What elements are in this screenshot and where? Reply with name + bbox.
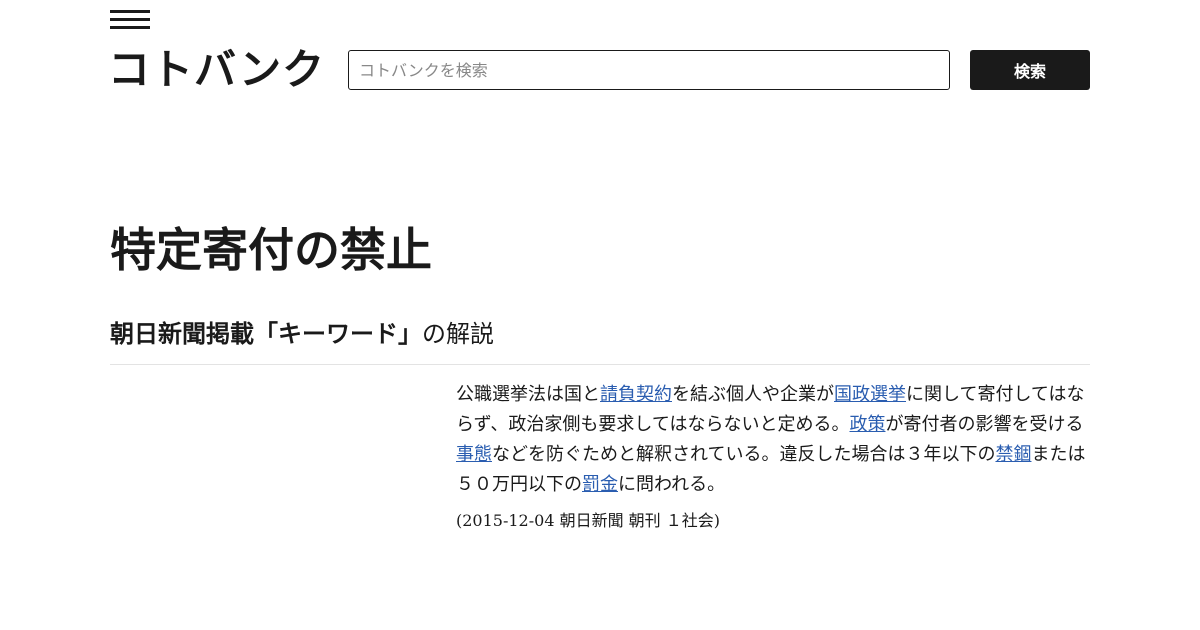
article-keyword-link[interactable]: 国政選挙: [834, 384, 906, 405]
menu-bar-top: [110, 10, 150, 13]
menu-bar-bottom: [110, 26, 150, 29]
article-text-segment: などを防ぐためと解釈されている。違反した場合は３年以下の: [492, 444, 996, 465]
search-button[interactable]: 検索: [970, 50, 1090, 90]
section-suffix-label: の解説: [422, 320, 494, 348]
article-text-segment: に問われる。: [618, 474, 726, 495]
article-keyword-link[interactable]: 政策: [849, 414, 885, 435]
section-divider: [110, 364, 1090, 365]
article-text-segment: を結ぶ個人や企業が: [672, 384, 834, 405]
search-input[interactable]: [348, 50, 950, 90]
page-title: 特定寄付の禁止: [110, 223, 432, 277]
article-text-segment: 公職選挙法は国と: [456, 384, 600, 405]
article-text-segment: が寄付者の影響を受ける: [885, 414, 1084, 435]
site-logo[interactable]: コトバンク: [108, 44, 325, 96]
article-keyword-link[interactable]: 請負契約: [600, 384, 672, 405]
hamburger-menu-icon[interactable]: [110, 10, 150, 30]
article-keyword-link[interactable]: 禁錮: [995, 444, 1031, 465]
article-body: 公職選挙法は国と請負契約を結ぶ個人や企業が国政選挙に関して寄付してはならず、政治…: [456, 380, 1092, 500]
menu-bar-middle: [110, 18, 150, 21]
article-source: (2015-12-04 朝日新聞 朝刊 １社会): [456, 511, 720, 530]
section-source-label: 朝日新聞掲載「キーワード」: [110, 320, 422, 348]
section-heading: 朝日新聞掲載「キーワード」の解説: [110, 316, 494, 352]
article-keyword-link[interactable]: 事態: [456, 444, 492, 465]
article-keyword-link[interactable]: 罰金: [582, 474, 618, 495]
